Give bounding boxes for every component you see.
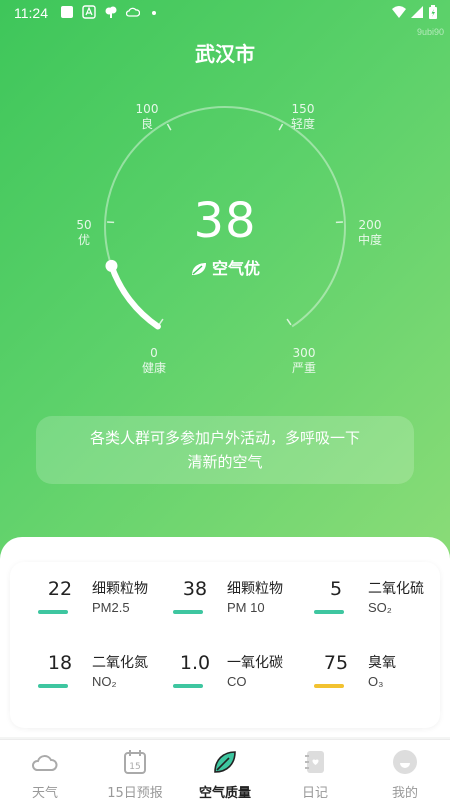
profile-icon (393, 750, 417, 774)
nav-item-15day[interactable]: 15 15日预报 (90, 740, 180, 801)
pollutant-co[interactable]: 1.0 一氧化碳 CO (173, 652, 313, 708)
pollutant-code: O₃ (368, 674, 384, 689)
pollutant-pm10[interactable]: 38 细颗粒物 PM 10 (173, 578, 313, 634)
tick-label-150: 150 轻度 (290, 102, 315, 131)
pollutant-value: 22 (47, 578, 73, 600)
pollutant-name: 细颗粒物 (92, 581, 148, 597)
bottom-nav: 天气 15 15日预报 空气质量 日记 我的 (0, 739, 450, 801)
pollutant-code: NO₂ (92, 674, 117, 689)
nav-item-weather[interactable]: 天气 (0, 740, 90, 801)
aqi-level-text: 空气优 (211, 259, 260, 278)
calendar-icon: 15 (124, 750, 146, 774)
gauge-tick-0 (158, 318, 164, 326)
pollutant-o3[interactable]: 75 臭氧 O₃ (314, 652, 450, 708)
pollutant-no2[interactable]: 18 二氧化氮 NO₂ (38, 652, 178, 708)
pollutant-so2[interactable]: 5 二氧化硫 SO₂ (314, 578, 450, 634)
nav-label: 空气质量 (198, 786, 251, 801)
aqi-level: 空气优 (0, 255, 450, 279)
health-advice-card: 各类人群可多参加户外活动，多呼吸一下 清新的空气 (36, 416, 414, 484)
pollutant-value: 18 (47, 652, 73, 674)
tick-label-100: 100 良 (135, 102, 159, 131)
nav-label: 日记 (301, 786, 328, 801)
nav-item-air-quality[interactable]: 空气质量 (180, 740, 270, 801)
gauge-tick-5 (286, 318, 292, 326)
pollutant-level-bar (314, 610, 344, 614)
pollutant-level-bar (173, 610, 203, 614)
gauge-tick-2 (166, 123, 172, 131)
pollutant-value: 5 (329, 578, 343, 600)
pollutant-code: CO (227, 674, 247, 689)
pollutant-name: 二氧化硫 (368, 581, 424, 597)
pollutant-level-bar (38, 684, 68, 688)
cloud-icon (31, 755, 58, 771)
pollutant-name: 细颗粒物 (227, 581, 283, 597)
nav-label: 我的 (391, 786, 418, 801)
pollutant-level-bar (314, 684, 344, 688)
pollutant-name: 二氧化氮 (92, 655, 148, 671)
svg-text:15: 15 (129, 762, 140, 772)
pollutant-value: 75 (323, 652, 349, 674)
advice-line-1: 各类人群可多参加户外活动，多呼吸一下 (89, 429, 360, 447)
pollutant-code: PM 10 (227, 600, 265, 615)
nav-label: 天气 (31, 786, 58, 801)
nav-item-profile[interactable]: 我的 (360, 740, 450, 801)
aqi-value: 38 (193, 193, 257, 249)
pollutant-value: 1.0 (179, 652, 211, 674)
diary-icon (305, 751, 324, 773)
pollutant-name: 臭氧 (368, 655, 396, 671)
leaf-icon (191, 263, 206, 275)
pollutant-pm25[interactable]: 22 细颗粒物 PM2.5 (38, 578, 178, 634)
pollutant-level-bar (173, 684, 203, 688)
pollutant-name: 一氧化碳 (227, 655, 283, 671)
pollutant-code: SO₂ (368, 600, 392, 615)
nav-label: 15日预报 (107, 786, 163, 801)
pollutant-code: PM2.5 (92, 600, 130, 615)
advice-line-2: 清新的空气 (187, 453, 263, 471)
pollutant-value: 38 (182, 578, 208, 600)
pollutant-level-bar (38, 610, 68, 614)
tick-label-0: 0 健康 (141, 346, 166, 375)
tick-label-300: 300 严重 (291, 346, 316, 375)
nav-item-diary[interactable]: 日记 (270, 740, 360, 801)
leaf-icon (214, 751, 236, 773)
